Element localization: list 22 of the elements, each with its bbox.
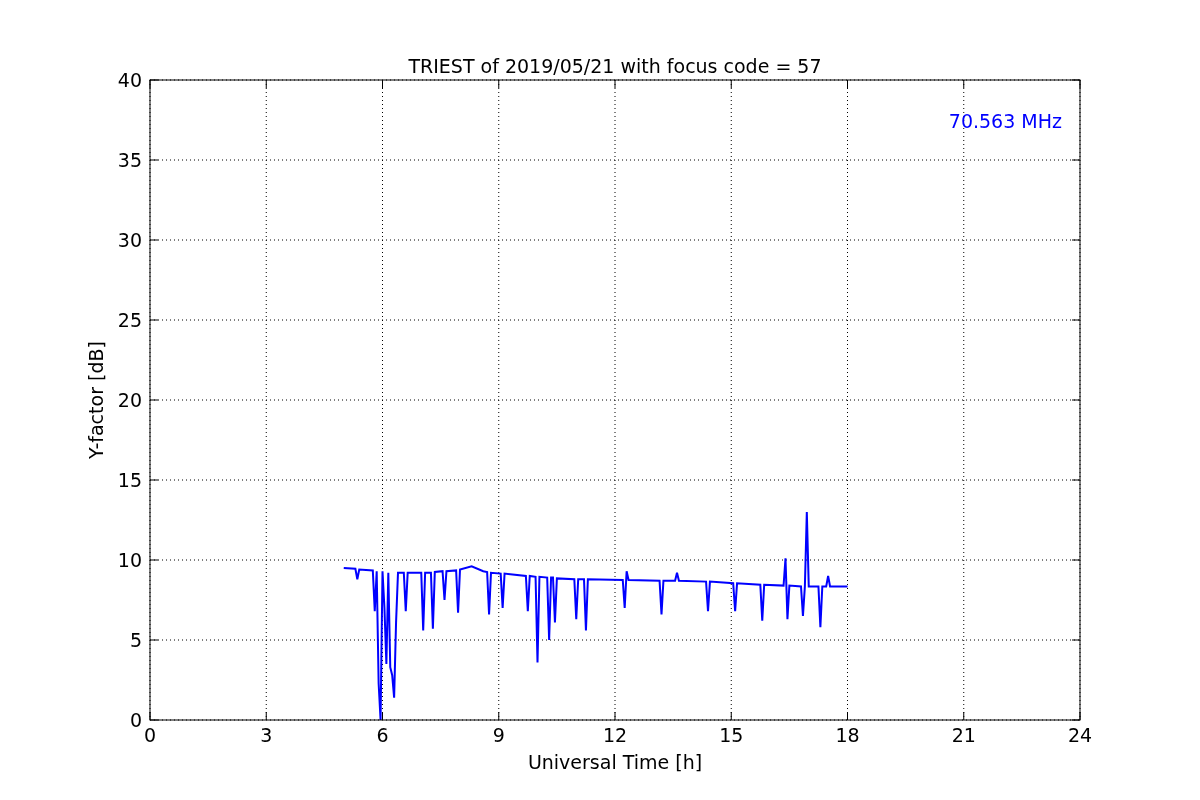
y-tick-label: 10 — [117, 549, 142, 571]
x-tick-label: 24 — [1067, 724, 1093, 746]
x-tick-label: 18 — [835, 724, 860, 746]
x-tick-label: 0 — [143, 724, 157, 746]
y-tick-label: 0 — [129, 709, 142, 731]
x-tick-label: 21 — [951, 724, 976, 746]
y-tick-label: 20 — [117, 389, 142, 411]
x-tick-label: 15 — [719, 724, 744, 746]
y-tick-label: 5 — [129, 629, 142, 651]
chart-title: TRIEST of 2019/05/21 with focus code = 57 — [408, 55, 822, 77]
y-tick-label: 30 — [117, 229, 142, 251]
x-tick-label: 12 — [602, 724, 628, 746]
y-tick-label: 25 — [117, 309, 142, 331]
y-tick-label: 15 — [117, 469, 142, 491]
x-tick-label: 6 — [376, 724, 389, 746]
y-axis-label: Y-factor [dB] — [85, 341, 107, 459]
x-tick-label: 3 — [260, 724, 273, 746]
y-tick-label: 40 — [117, 69, 142, 91]
x-axis-label: Universal Time [h] — [527, 751, 703, 773]
y-tick-label: 35 — [117, 149, 142, 171]
x-tick-label: 9 — [492, 724, 505, 746]
series-label: 70.563 MHz — [948, 110, 1062, 132]
